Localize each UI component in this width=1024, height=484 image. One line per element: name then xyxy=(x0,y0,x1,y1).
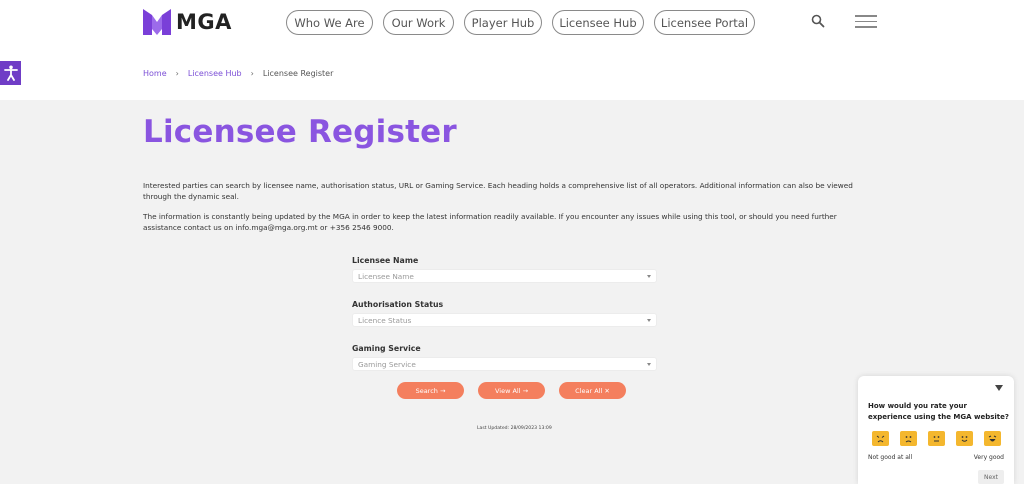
gaming-service-placeholder: Gaming Service xyxy=(358,360,416,369)
breadcrumb-home[interactable]: Home xyxy=(143,69,167,78)
nav-player-hub[interactable]: Player Hub xyxy=(464,10,542,35)
hamburger-menu-icon[interactable] xyxy=(855,15,877,29)
chevron-down-icon xyxy=(647,363,651,366)
nav-our-work[interactable]: Our Work xyxy=(383,10,454,35)
gaming-service-select[interactable]: Gaming Service xyxy=(352,357,657,371)
gaming-service-group: Gaming Service Gaming Service xyxy=(352,344,658,371)
rating-faces xyxy=(872,431,1001,446)
sad-face-icon[interactable] xyxy=(900,431,917,446)
breadcrumb-separator: › xyxy=(250,69,254,78)
accessibility-button[interactable] xyxy=(0,61,21,85)
search-icon[interactable] xyxy=(811,14,825,28)
contact-paragraph: The information is constantly being upda… xyxy=(143,212,837,232)
site-header: MGA Who We Are Our Work Player Hub Licen… xyxy=(0,0,1024,100)
intro-paragraph: Interested parties can search by license… xyxy=(143,181,853,201)
licensee-name-label: Licensee Name xyxy=(352,256,419,265)
rating-low-label: Not good at all xyxy=(868,454,913,461)
search-button[interactable]: Search → xyxy=(397,382,464,399)
mga-logo-icon xyxy=(143,9,171,35)
clear-all-button[interactable]: Clear All ✕ xyxy=(559,382,626,399)
authorisation-status-group: Authorisation Status Licence Status xyxy=(352,300,658,327)
breadcrumb-current: Licensee Register xyxy=(262,69,334,78)
last-updated-text: Last Updated: 28/09/2023 13:09 xyxy=(477,426,552,431)
very-angry-face-icon[interactable] xyxy=(872,431,889,446)
nav-licensee-hub[interactable]: Licensee Hub xyxy=(552,10,644,35)
authorisation-status-select[interactable]: Licence Status xyxy=(352,313,657,327)
collapse-arrow-icon[interactable] xyxy=(995,385,1003,391)
view-all-button[interactable]: View All → xyxy=(478,382,545,399)
breadcrumb: Home › Licensee Hub › Licensee Register xyxy=(143,69,333,78)
next-button[interactable]: Next xyxy=(978,470,1004,484)
breadcrumb-licensee-hub[interactable]: Licensee Hub xyxy=(188,69,242,78)
nav-licensee-portal[interactable]: Licensee Portal xyxy=(654,10,755,35)
search-form: Licensee Name Licensee Name Authorisatio… xyxy=(352,256,658,371)
feedback-question: How would you rate your experience using… xyxy=(868,402,1009,421)
very-happy-face-icon[interactable] xyxy=(984,431,1001,446)
authorisation-status-label: Authorisation Status xyxy=(352,300,444,309)
licensee-name-select[interactable]: Licensee Name xyxy=(352,269,657,283)
happy-face-icon[interactable] xyxy=(956,431,973,446)
rating-high-label: Very good xyxy=(973,454,1004,461)
authorisation-status-placeholder: Licence Status xyxy=(358,316,412,325)
neutral-face-icon[interactable] xyxy=(928,431,945,446)
breadcrumb-separator: › xyxy=(175,69,179,78)
page-title: Licensee Register xyxy=(143,114,457,150)
licensee-name-placeholder: Licensee Name xyxy=(358,272,414,281)
nav-who-we-are[interactable]: Who We Are xyxy=(286,10,373,35)
gaming-service-label: Gaming Service xyxy=(352,344,421,353)
chevron-down-icon xyxy=(647,319,651,322)
logo-text: MGA xyxy=(176,10,232,34)
chevron-down-icon xyxy=(647,275,651,278)
mga-logo[interactable]: MGA xyxy=(143,9,232,35)
licensee-name-group: Licensee Name Licensee Name xyxy=(352,256,658,283)
accessibility-icon xyxy=(3,65,18,81)
feedback-widget: How would you rate your experience using… xyxy=(858,376,1014,484)
